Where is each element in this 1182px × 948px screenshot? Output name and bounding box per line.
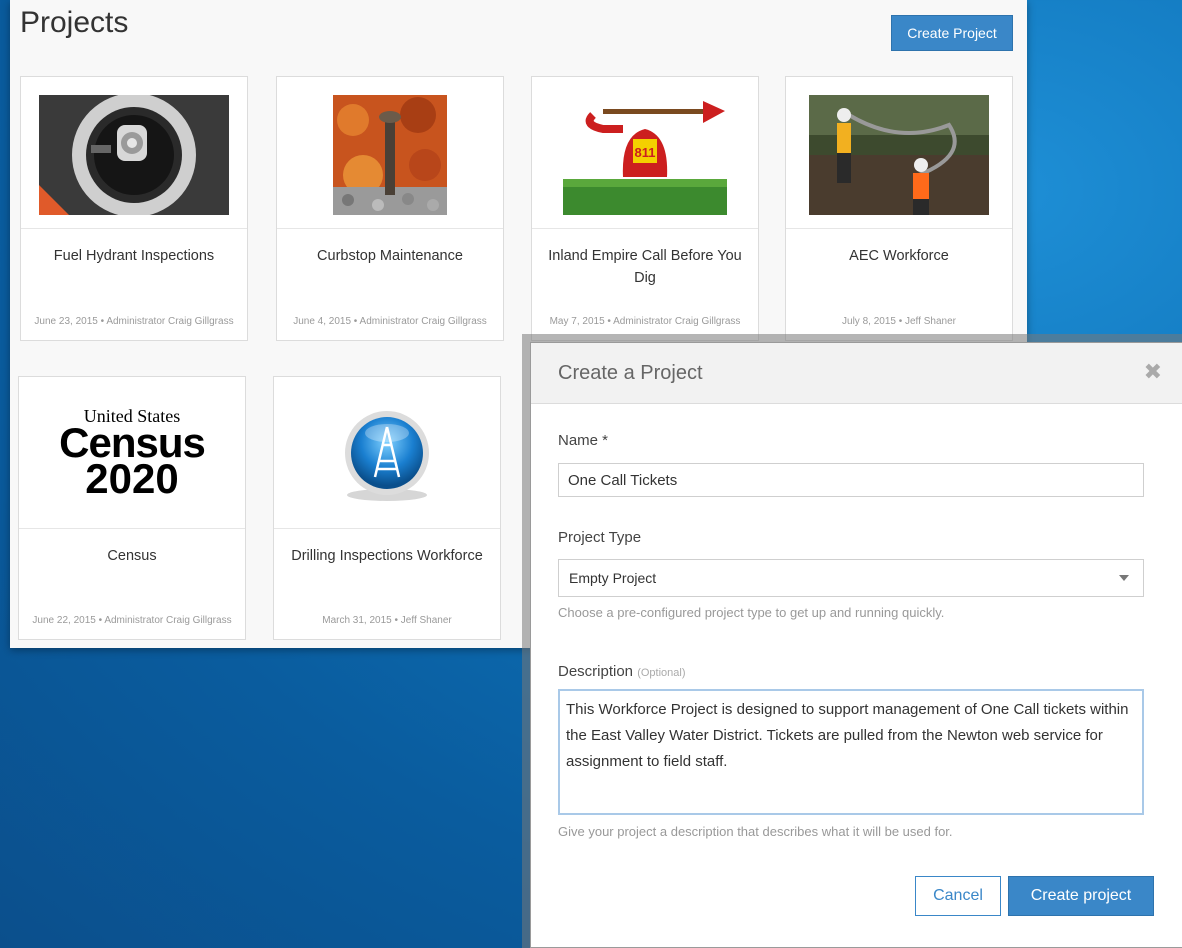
project-thumbnail <box>277 77 503 229</box>
census-logo: United States Census 2020 <box>59 406 206 502</box>
name-label: Name * <box>558 432 609 449</box>
project-thumbnail <box>786 77 1012 229</box>
call-before-you-dig-image: 811 <box>563 95 727 215</box>
project-thumbnail <box>274 377 500 529</box>
project-card[interactable]: Curbstop Maintenance June 4, 2015 • Admi… <box>276 76 504 341</box>
project-thumbnail: 811 <box>532 77 758 229</box>
create-project-dialog: Create a Project ✖ Name * Project Type E… <box>530 342 1182 948</box>
phone-811-label: 811 <box>635 145 656 160</box>
project-meta: July 8, 2015 • Jeff Shaner <box>842 316 956 327</box>
page-title: Projects <box>20 6 129 39</box>
project-name: Drilling Inspections Workforce <box>291 548 483 564</box>
project-meta: June 23, 2015 • Administrator Craig Gill… <box>34 316 234 327</box>
project-name: AEC Workforce <box>849 248 949 264</box>
project-type-select[interactable]: Empty Project <box>558 559 1144 597</box>
name-field[interactable] <box>558 463 1144 497</box>
project-thumbnail: United States Census 2020 <box>19 377 245 529</box>
project-card[interactable]: Fuel Hydrant Inspections June 23, 2015 •… <box>20 76 248 341</box>
create-project-submit-button[interactable]: Create project <box>1008 876 1154 916</box>
dialog-header: Create a Project ✖ <box>531 343 1182 404</box>
project-type-label: Project Type <box>558 529 642 546</box>
project-name: Census <box>107 548 157 564</box>
close-icon[interactable]: ✖ <box>1144 361 1162 383</box>
project-card[interactable]: United States Census 2020 Census June 22… <box>18 376 246 640</box>
description-label: Description (Optional) <box>558 663 686 680</box>
curbstop-image <box>333 95 447 215</box>
project-name: Fuel Hydrant Inspections <box>53 248 215 264</box>
drilling-rig-icon <box>345 411 429 501</box>
project-meta: June 22, 2015 • Administrator Craig Gill… <box>32 615 232 626</box>
project-type-value: Empty Project <box>569 570 657 586</box>
project-card[interactable]: AEC Workforce July 8, 2015 • Jeff Shaner <box>785 76 1013 341</box>
project-thumbnail <box>21 77 247 229</box>
optional-tag: (Optional) <box>637 667 686 679</box>
project-name: Curbstop Maintenance <box>317 248 463 264</box>
cancel-button[interactable]: Cancel <box>915 876 1001 916</box>
dialog-title: Create a Project <box>558 362 703 384</box>
create-project-button[interactable]: Create Project <box>891 15 1013 51</box>
project-name: Inland Empire Call Before You Dig <box>548 248 742 286</box>
project-meta: June 4, 2015 • Administrator Craig Gillg… <box>293 316 487 327</box>
project-type-hint: Choose a pre-configured project type to … <box>558 605 945 620</box>
project-meta: March 31, 2015 • Jeff Shaner <box>322 615 452 626</box>
description-hint: Give your project a description that des… <box>558 824 953 839</box>
project-card[interactable]: Drilling Inspections Workforce March 31,… <box>273 376 501 640</box>
workforce-image <box>809 95 989 215</box>
chevron-down-icon <box>1119 575 1129 581</box>
project-meta: May 7, 2015 • Administrator Craig Gillgr… <box>549 316 741 327</box>
project-card[interactable]: 811 Inland Empire Call Before You Dig Ma… <box>531 76 759 341</box>
hydrant-image <box>39 95 229 215</box>
description-field[interactable]: This Workforce Project is designed to su… <box>558 689 1144 815</box>
